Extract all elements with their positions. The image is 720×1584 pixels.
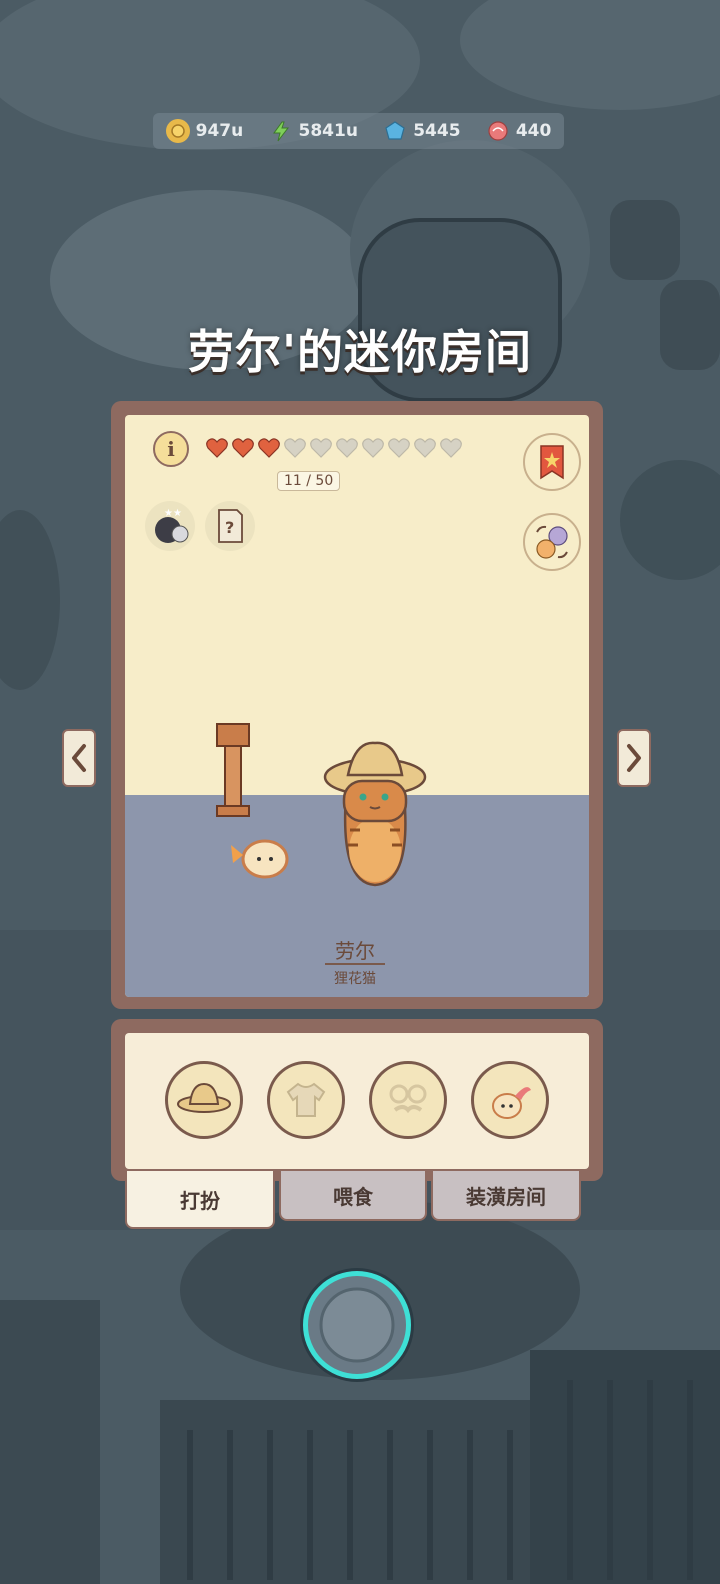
affection-progress: 11 / 50	[277, 471, 341, 491]
heart-empty-icon	[388, 438, 410, 458]
next-cat-button[interactable]	[617, 729, 651, 787]
tab-dress-up[interactable]: 打扮	[125, 1171, 275, 1229]
chevron-right-icon	[627, 744, 641, 772]
quest-note-item[interactable]: ?	[205, 501, 255, 551]
candy-counter[interactable]: 440	[486, 119, 552, 143]
room-view: i 11 / 50 ★★ ? 劳尔 狸花猫	[125, 415, 589, 997]
hat-slot[interactable]	[165, 1061, 243, 1139]
cat-character	[323, 741, 427, 887]
scratching-post	[216, 723, 250, 817]
info-button[interactable]: i	[153, 431, 189, 467]
item-slots	[125, 1033, 589, 1169]
clothes-slot[interactable]	[267, 1061, 345, 1139]
accessory-slot[interactable]	[369, 1061, 447, 1139]
coin-counter[interactable]: 947u	[165, 119, 244, 143]
pet-slot[interactable]	[471, 1061, 549, 1139]
paw-print-icon	[319, 1287, 395, 1363]
gem-value: 5445	[413, 121, 461, 141]
home-button[interactable]	[303, 1271, 411, 1379]
bomb-icon: ★★	[155, 508, 189, 543]
fish-pet	[231, 839, 289, 879]
name-divider	[325, 963, 385, 965]
dress-up-panel	[111, 1019, 603, 1181]
room-card: i 11 / 50 ★★ ? 劳尔 狸花猫	[111, 401, 603, 1009]
bomb-item[interactable]: ★★	[145, 501, 195, 551]
candy-value: 440	[515, 121, 552, 141]
heart-empty-icon	[284, 438, 306, 458]
svg-text:★★: ★★	[164, 508, 182, 519]
gem-counter[interactable]: 5445	[383, 119, 461, 143]
affection-hearts	[205, 437, 463, 459]
gem-icon	[383, 119, 407, 143]
coin-value: 947u	[195, 121, 244, 141]
currency-bar: 947u 5841u 5445 440	[153, 113, 564, 149]
heart-empty-icon	[362, 438, 384, 458]
straw-hat-icon	[177, 1082, 231, 1113]
cat-breed: 狸花猫	[334, 971, 376, 987]
cats-swap-icon	[536, 525, 568, 559]
heart-empty-icon	[310, 438, 332, 458]
lightning-icon	[269, 119, 293, 143]
coin-icon	[165, 119, 190, 143]
glasses-mustache-icon	[389, 1084, 427, 1114]
heart-empty-icon	[336, 438, 358, 458]
note-question-icon: ?	[218, 509, 243, 543]
cat-name: 劳尔	[335, 939, 375, 963]
tab-decorate-room[interactable]: 装潢房间	[431, 1171, 581, 1221]
heart-filled-icon	[206, 438, 228, 458]
svg-text:?: ?	[225, 518, 234, 537]
switch-cat-button[interactable]	[523, 513, 581, 571]
prev-cat-button[interactable]	[62, 729, 96, 787]
bookmark-star-icon	[540, 445, 564, 480]
heart-filled-icon	[232, 438, 254, 458]
bookmark-button[interactable]	[523, 433, 581, 491]
candy-icon	[486, 119, 510, 143]
heart-empty-icon	[414, 438, 436, 458]
chevron-left-icon	[72, 744, 86, 772]
heart-filled-icon	[258, 438, 280, 458]
heart-empty-icon	[440, 438, 462, 458]
fish-pet-icon	[492, 1087, 531, 1119]
energy-value: 5841u	[298, 121, 358, 141]
room-title: 劳尔'的迷你房间	[187, 325, 533, 379]
energy-counter[interactable]: 5841u	[269, 119, 358, 143]
tab-feed[interactable]: 喂食	[279, 1171, 427, 1221]
shirt-icon	[286, 1082, 326, 1117]
